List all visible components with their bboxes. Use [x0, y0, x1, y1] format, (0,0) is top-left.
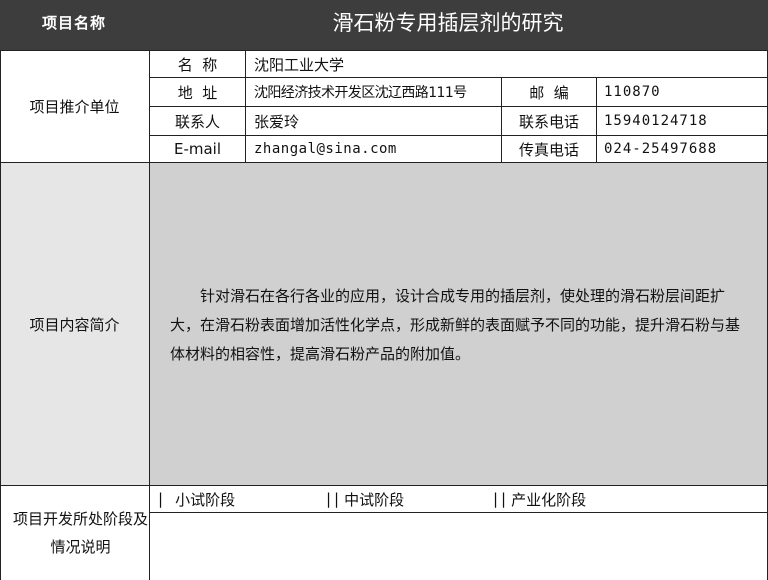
address-label: 地 址	[177, 83, 218, 102]
content-description: 针对滑石在各行各业的应用，设计合成专用的插层剂，使处理的滑石粉层间距扩大，在滑石…	[170, 287, 741, 363]
checkbox-mark: ||	[326, 490, 343, 508]
stage-section-label: 项目开发所处阶段及情况说明	[0, 486, 161, 580]
phone-value: 15940124718	[604, 113, 708, 129]
project-title: 滑石粉专用插层剂的研究	[332, 11, 564, 35]
name-value: 沈阳工业大学	[254, 55, 345, 74]
stage-option-industrialization[interactable]: || 产业化阶段	[493, 486, 673, 512]
phone-label: 联系电话	[518, 112, 579, 131]
unit-section-label: 项目推介单位	[29, 98, 120, 116]
content-section-label: 项目内容简介	[29, 315, 120, 334]
fax-value: 024-25497688	[604, 141, 718, 157]
checkbox-mark: |	[158, 490, 164, 508]
checkbox-mark: ||	[493, 490, 510, 508]
stage-option-pilot[interactable]: || 中试阶段	[326, 486, 476, 512]
stage-option-label: 中试阶段	[344, 490, 405, 509]
stage-option-label: 小试阶段	[175, 490, 236, 509]
contact-value: 张爱玲	[254, 112, 300, 131]
fax-label: 传真电话	[518, 140, 579, 159]
address-value: 沈阳经济技术开发区沈辽西路111号	[254, 85, 467, 101]
email-value: zhangal@sina.com	[254, 141, 397, 157]
stage-section-label-text: 项目开发所处阶段及情况说明	[12, 510, 148, 556]
project-name-label: 项目名称	[41, 13, 106, 32]
postcode-value: 110870	[604, 84, 661, 100]
email-label: E-mail	[173, 140, 222, 158]
stage-option-label: 产业化阶段	[511, 490, 587, 509]
postcode-label: 邮 编	[529, 83, 569, 102]
name-label: 名 称	[177, 55, 218, 74]
contact-label: 联系人	[174, 112, 220, 131]
stage-option-small-trial[interactable]: | 小试阶段	[158, 486, 308, 512]
